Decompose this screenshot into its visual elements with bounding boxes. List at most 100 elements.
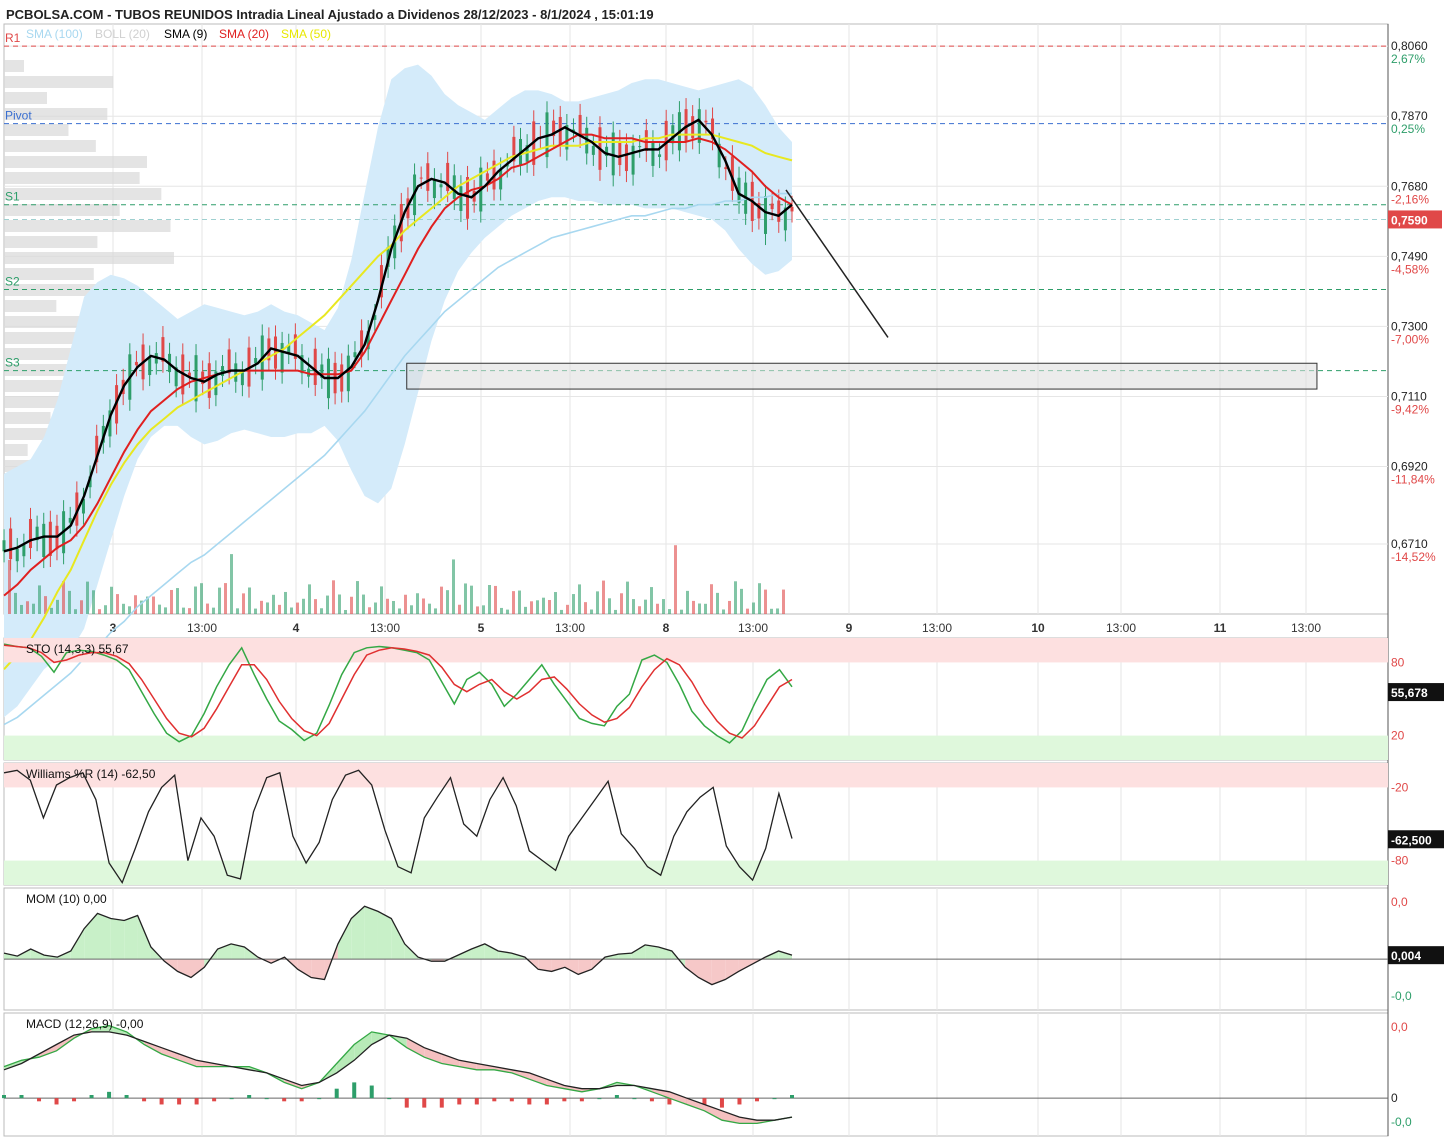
sto-header: STO (14,3,3) 55,67 xyxy=(26,642,129,656)
macd-histogram-bar xyxy=(334,1088,339,1099)
macd-histogram-bar xyxy=(317,1098,322,1100)
volume-profile-bar xyxy=(4,444,28,456)
candle-body xyxy=(459,186,463,211)
price-pct-label: -14,52% xyxy=(1391,550,1436,564)
volume-bar xyxy=(104,605,107,614)
candle-body xyxy=(15,549,19,562)
volume-bar xyxy=(740,588,743,614)
macd-histogram-bar xyxy=(352,1082,357,1099)
volume-profile-bar xyxy=(4,332,77,344)
x-tick-label: 11 xyxy=(1214,621,1227,635)
macd-histogram-bar xyxy=(89,1095,94,1099)
volume-bar xyxy=(500,607,503,614)
volume-bar xyxy=(428,603,431,614)
volume-bar xyxy=(266,602,269,614)
macd-histogram-bar xyxy=(422,1098,427,1108)
price-tick-label: 0,6710 xyxy=(1391,537,1428,551)
volume-bar xyxy=(200,583,203,614)
candle-body xyxy=(426,163,430,191)
price-tick-label: 0,7490 xyxy=(1391,249,1428,263)
volume-bar xyxy=(332,580,335,614)
price-tick-label: 0,6920 xyxy=(1391,460,1428,474)
macd-histogram-bar xyxy=(54,1098,59,1105)
momentum-area xyxy=(124,915,138,960)
volume-bar xyxy=(122,603,125,614)
volume-profile-bar xyxy=(4,172,140,184)
candle-body xyxy=(790,206,794,212)
macd-histogram-bar xyxy=(474,1098,479,1105)
volume-bar xyxy=(38,585,41,614)
macd-histogram-bar xyxy=(754,1098,759,1102)
candle-body xyxy=(346,355,350,392)
volume-profile-bar xyxy=(4,156,147,168)
volume-bar xyxy=(572,594,575,614)
momentum-area xyxy=(97,913,111,960)
volume-bar xyxy=(656,603,659,614)
volume-bar xyxy=(602,580,605,614)
volume-bar xyxy=(188,608,191,614)
chart-title: PCBOLSA.COM - TUBOS REUNIDOS Intradia Li… xyxy=(6,7,654,22)
candle-body xyxy=(353,352,357,358)
volume-bar xyxy=(728,600,731,614)
volume-bar xyxy=(350,596,353,614)
volume-bar xyxy=(470,585,473,614)
volume-bar xyxy=(680,609,683,614)
volume-bar xyxy=(92,590,95,614)
volume-bar xyxy=(560,609,563,614)
overbought-zone xyxy=(4,638,1388,663)
overbought-zone xyxy=(4,763,1388,788)
volume-bar xyxy=(770,608,773,614)
legend-item: SMA (100) xyxy=(26,27,83,41)
volume-bar xyxy=(224,583,227,614)
volume-bar xyxy=(524,606,527,614)
macd-histogram-bar xyxy=(19,1095,24,1099)
current-price-label: 0,7590 xyxy=(1391,213,1428,227)
macd-histogram-bar xyxy=(562,1098,567,1102)
candle-body xyxy=(704,120,708,123)
volume-profile-bar xyxy=(4,76,114,88)
volume-bar xyxy=(206,603,209,614)
candle-body xyxy=(439,184,443,188)
volume-bar xyxy=(626,581,629,614)
volume-bar xyxy=(14,592,17,614)
legend: SMA (100) BOLL (20) SMA (9) SMA (20) SMA (50… xyxy=(26,27,331,41)
pivot-label: Pivot xyxy=(5,109,32,123)
volume-profile-bar xyxy=(4,204,120,216)
candle-body xyxy=(340,364,344,392)
macd-histogram-bar xyxy=(544,1098,549,1105)
volume-bar xyxy=(416,593,419,614)
volume-bar xyxy=(194,586,197,614)
macd-histogram-bar xyxy=(194,1098,199,1105)
macd-histogram-bar xyxy=(72,1098,77,1102)
volume-bar xyxy=(422,598,425,614)
price-pct-label: -2,16% xyxy=(1391,192,1429,206)
x-tick-label: 10 xyxy=(1031,621,1045,635)
volume-bar xyxy=(692,600,695,614)
macd-histogram-bar xyxy=(264,1098,269,1100)
oversold-zone xyxy=(4,735,1388,760)
volume-bar xyxy=(584,602,587,614)
volume-bar xyxy=(368,607,371,614)
macd-histogram-bar xyxy=(299,1098,304,1102)
volume-bar xyxy=(590,609,593,614)
volume-bar xyxy=(326,595,329,614)
macd-histogram-bar xyxy=(282,1098,287,1102)
candle-body xyxy=(240,372,244,386)
candle-body xyxy=(42,523,46,557)
volume-bar xyxy=(362,594,365,614)
macd-header: MACD (12,26,9) -0,00 xyxy=(26,1017,144,1031)
volume-bar xyxy=(218,587,221,614)
x-tick-label: 13:00 xyxy=(370,621,400,635)
pivot-label: R1 xyxy=(5,31,21,45)
volume-bar xyxy=(398,608,401,614)
macd-histogram-bar xyxy=(614,1095,619,1099)
volume-bar xyxy=(614,609,617,614)
macd-histogram-bar xyxy=(649,1098,654,1102)
volume-bar xyxy=(86,581,89,614)
macd-histogram-bar xyxy=(632,1098,637,1100)
volume-bar xyxy=(290,607,293,614)
volume-bar xyxy=(722,609,725,614)
macd-histogram-bar xyxy=(369,1085,374,1099)
momentum-top-label: 0,0 xyxy=(1391,895,1408,909)
x-tick-label: 13:00 xyxy=(738,621,768,635)
